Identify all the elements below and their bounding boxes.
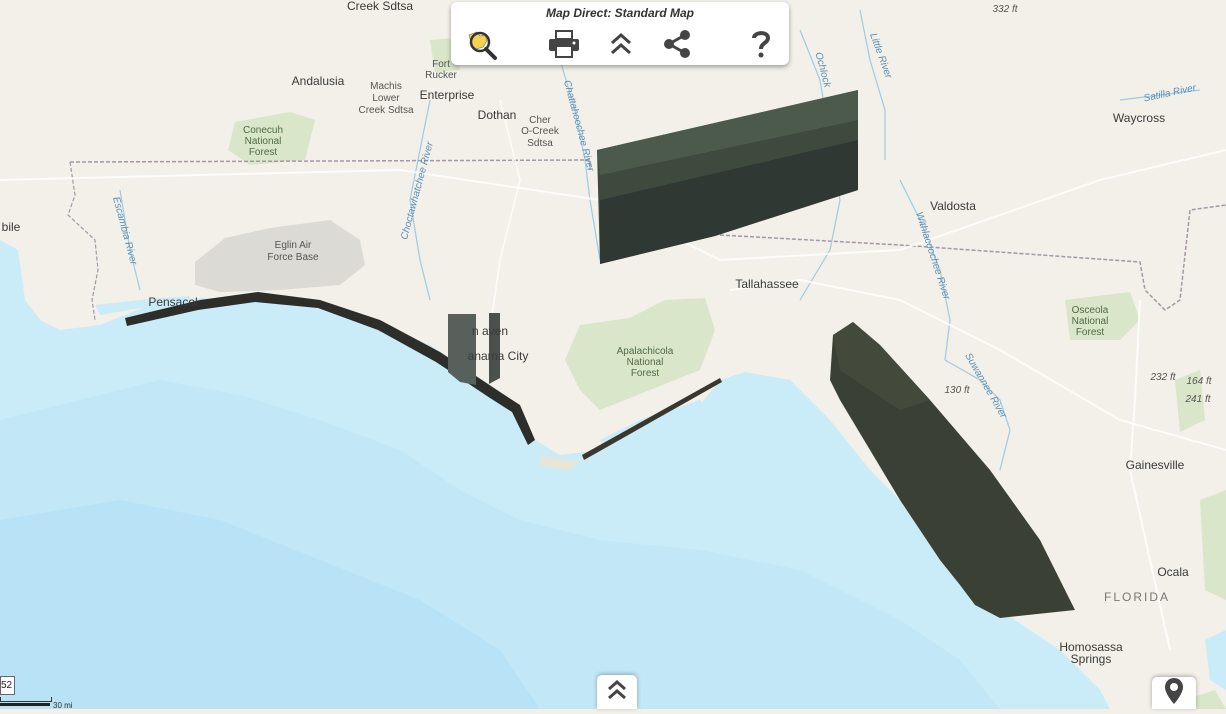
share-button[interactable] [659, 26, 695, 62]
forest-label-osceola-forest: Forest [1075, 327, 1105, 338]
question-mark-icon [750, 29, 772, 59]
city-label-waycross: Waycross [1112, 111, 1166, 125]
toolbar-title: Map Direct: Standard Map [545, 6, 695, 20]
expand-panel-button[interactable] [597, 675, 637, 709]
area-label-creek-sdtsa: Creek Sdtsa [358, 105, 414, 116]
forest-label-conecuh-forest: Forest [248, 147, 278, 158]
state-label-florida: FLORIDA [1103, 590, 1171, 604]
zoom-level-badge: 52 [0, 676, 15, 695]
area-label-machis: Machis [370, 81, 402, 92]
city-label-gainesville: Gainesville [1125, 458, 1185, 472]
print-icon [547, 29, 581, 59]
map-canvas[interactable]: Creek Sdtsa Andalusia Machis Lower Creek… [0, 0, 1226, 709]
city-label-springs: Springs [1070, 652, 1112, 666]
city-label-tallahassee: Tallahassee [735, 277, 799, 291]
elevation-label-130: 130 ft [944, 385, 970, 396]
map-toolbar: Map Direct: Standard Map [451, 2, 789, 65]
elevation-label-164: 164 ft [1186, 376, 1212, 387]
basemap-svg [0, 0, 1226, 709]
city-label-enterprise: Enterprise [419, 88, 475, 102]
scale-bar [0, 697, 52, 702]
city-label-pensacola: Pensacol [148, 295, 198, 309]
city-label-valdosta: Valdosta [930, 199, 976, 213]
city-label-creek-sdtsa-top: Creek Sdtsa [346, 0, 414, 13]
city-label-dothan: Dothan [477, 108, 517, 122]
collapse-toolbar-button[interactable] [603, 26, 639, 62]
double-chevron-up-icon [606, 679, 628, 706]
city-label-mobile: bile [1, 220, 21, 234]
location-pin-icon [1163, 676, 1185, 711]
elevation-label-232: 232 ft [1150, 372, 1176, 383]
share-icon [661, 28, 693, 60]
city-label-panama-haven: n aven [471, 324, 509, 338]
area-label-rucker: Rucker [425, 70, 457, 81]
search-tool-button[interactable] [461, 26, 501, 62]
search-tool-icon [463, 27, 499, 61]
print-button[interactable] [544, 26, 584, 62]
city-label-ocala: Ocala [1157, 565, 1189, 579]
scale-bar-fill [0, 703, 50, 706]
elevation-label-241: 241 ft [1185, 394, 1211, 405]
city-label-andalusia: Andalusia [291, 74, 345, 88]
locate-button[interactable] [1152, 677, 1196, 709]
base-label-eglin-force: Force Base [267, 252, 319, 263]
forest-label-apalachicola-forest: Forest [630, 368, 660, 379]
double-chevron-up-icon [609, 31, 633, 57]
city-label-panama-city: anama City [467, 349, 529, 363]
elevation-label-332: 332 ft [992, 4, 1018, 15]
area-label-ocreek: O-Creek [521, 126, 559, 137]
base-label-eglin: Eglin Air [274, 240, 312, 251]
area-label-lower: Lower [372, 93, 400, 104]
help-button[interactable] [745, 26, 777, 62]
area-label-sdtsa: Sdtsa [527, 138, 553, 149]
